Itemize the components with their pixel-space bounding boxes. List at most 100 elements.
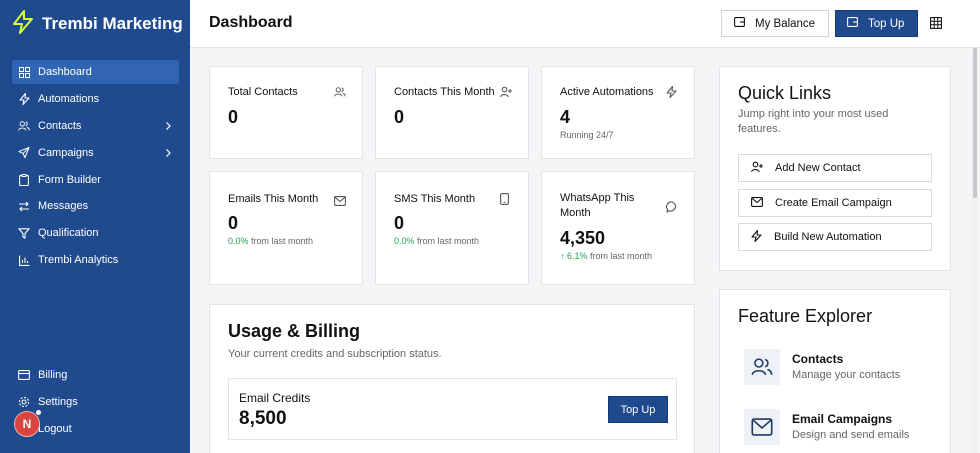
chevron-right-icon — [163, 121, 173, 131]
arrow-up-icon: ↑ — [560, 251, 565, 261]
stat-value: 0 — [228, 213, 239, 233]
quick-links-subtitle: Jump right into your most used features. — [738, 107, 888, 137]
users-icon — [334, 85, 346, 97]
sidebar-item-label: Form Builder — [38, 173, 101, 186]
feature-explorer-title: Feature Explorer — [738, 306, 873, 326]
chevron-right-icon — [163, 148, 173, 158]
brand-name: Trembi Marketing — [42, 14, 183, 33]
sidebar-item-label: Campaigns — [38, 146, 94, 159]
sidebar-item-qualification[interactable]: Qualification — [12, 221, 179, 245]
scrollbar-thumb[interactable] — [973, 48, 977, 198]
usage-title: Usage & Billing — [228, 321, 361, 341]
brand[interactable]: Trembi Marketing — [12, 9, 183, 39]
feature-explorer-panel: Feature Explorer Contacts Manage your co… — [719, 289, 951, 453]
credits-value: 8,500 — [239, 408, 287, 429]
sidebar-item-messages[interactable]: Messages — [12, 194, 179, 218]
quick-links-panel: Quick Links Jump right into your most us… — [719, 66, 951, 271]
sidebar-item-label: Logout — [38, 422, 72, 435]
change-text: from last month — [590, 251, 653, 261]
page-title: Dashboard — [209, 14, 293, 31]
sidebar-item-label: Settings — [38, 395, 78, 408]
build-new-automation-button[interactable]: Build New Automation — [738, 223, 932, 251]
sidebar-item-campaigns[interactable]: Campaigns — [12, 141, 179, 165]
my-balance-label: My Balance — [755, 17, 816, 30]
feature-title: Contacts — [792, 352, 844, 366]
clipboard-icon — [18, 173, 30, 186]
sidebar-item-label: Dashboard — [38, 66, 92, 78]
bolt-icon — [18, 92, 30, 105]
bolt-icon — [751, 229, 762, 245]
sidebar-item-analytics[interactable]: Trembi Analytics — [12, 248, 179, 272]
stat-value: 4,350 — [560, 228, 606, 248]
header: Dashboard My Balance Top Up — [190, 0, 980, 48]
stat-change: ↑ 6.1% from last month — [560, 251, 652, 261]
stat-title-line2: Month — [560, 207, 591, 219]
button-label: Build New Automation — [774, 231, 882, 243]
chat-bubble-icon — [666, 200, 678, 213]
feature-item-email-campaigns[interactable]: Email Campaigns Design and send emails — [744, 409, 944, 449]
avatar-status-dot — [35, 409, 42, 416]
stat-card-emails-this-month: Emails This Month 0 0.0% from last month — [209, 171, 363, 285]
stat-change: 0.0% from last month — [394, 236, 479, 246]
subtitle-line2: features. — [738, 123, 781, 135]
usage-billing-panel: Usage & Billing Your current credits and… — [209, 304, 695, 453]
bolt-icon — [666, 85, 678, 99]
top-up-button[interactable]: Top Up — [835, 10, 918, 37]
create-email-campaign-button[interactable]: Create Email Campaign — [738, 189, 932, 217]
stat-title: Total Contacts — [228, 86, 298, 98]
sidebar-item-label: Trembi Analytics — [38, 254, 119, 267]
feature-subtitle: Design and send emails — [792, 429, 910, 441]
email-credits-card: Email Credits 8,500 Top Up — [228, 378, 677, 440]
stat-title: Contacts This Month — [394, 86, 495, 98]
gear-icon — [18, 396, 30, 408]
stat-change: 0.0% from last month — [228, 236, 313, 246]
button-label: Create Email Campaign — [775, 197, 892, 209]
feature-title: Email Campaigns — [792, 412, 893, 426]
usage-subtitle: Your current credits and subscription st… — [228, 348, 442, 360]
stat-title: Emails This Month — [228, 193, 319, 205]
stat-value: 0 — [394, 107, 405, 127]
sidebar-item-form-builder[interactable]: Form Builder — [12, 168, 179, 192]
stat-card-sms-this-month: SMS This Month 0 0.0% from last month — [375, 171, 529, 285]
sidebar-item-label: Automations — [38, 92, 100, 105]
button-label: Add New Contact — [775, 162, 861, 174]
stat-value: 4 — [560, 107, 571, 127]
send-icon — [18, 147, 30, 159]
top-up-label: Top Up — [868, 17, 905, 30]
change-percent: 0.0% — [394, 236, 415, 246]
feature-item-contacts[interactable]: Contacts Manage your contacts — [744, 349, 944, 389]
credits-title: Email Credits — [239, 391, 311, 405]
sidebar-item-dashboard[interactable]: Dashboard — [12, 60, 179, 84]
arrows-icon — [18, 200, 30, 212]
my-balance-button[interactable]: My Balance — [721, 10, 829, 37]
stat-title: WhatsApp This Month — [560, 191, 634, 221]
change-percent: 0.0% — [228, 236, 249, 246]
add-new-contact-button[interactable]: Add New Contact — [738, 154, 932, 182]
bolt-logo-icon — [12, 9, 34, 39]
filter-icon — [18, 227, 30, 239]
stat-title-line1: WhatsApp This — [560, 192, 635, 204]
stat-title: Active Automations — [560, 86, 654, 98]
stat-card-total-contacts: Total Contacts 0 — [209, 66, 363, 159]
email-credits-top-up-button[interactable]: Top Up — [608, 396, 668, 423]
sidebar-item-automations[interactable]: Automations — [12, 87, 179, 111]
phone-icon — [500, 192, 512, 205]
grid-icon[interactable] — [930, 16, 944, 30]
card-icon — [18, 369, 30, 381]
sidebar-item-label: Qualification — [38, 227, 99, 240]
stat-value: 0 — [394, 213, 405, 233]
page-scrollbar[interactable] — [972, 48, 978, 453]
sidebar-nav: Dashboard Automations Contacts Campaigns… — [12, 60, 179, 275]
wallet-icon — [847, 17, 858, 30]
sidebar: Trembi Marketing Dashboard Automations C… — [0, 0, 190, 453]
users-icon — [744, 349, 780, 385]
sidebar-item-label: Messages — [38, 200, 89, 213]
dashboard-icon — [18, 66, 30, 78]
stat-subtext: Running 24/7 — [560, 130, 614, 140]
sidebar-item-billing[interactable]: Billing — [12, 363, 179, 387]
sidebar-item-contacts[interactable]: Contacts — [12, 114, 179, 138]
change-text: from last month — [251, 236, 314, 246]
stat-card-whatsapp-this-month: WhatsApp This Month 4,350 ↑ 6.1% from las… — [541, 171, 695, 285]
bar-chart-icon — [18, 254, 30, 266]
feature-subtitle: Manage your contacts — [792, 369, 901, 381]
